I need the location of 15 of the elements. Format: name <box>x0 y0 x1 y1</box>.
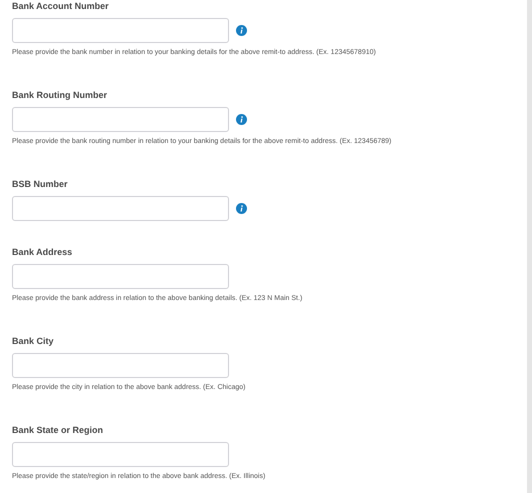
field-label: Bank State or Region <box>12 424 104 436</box>
input-field[interactable] <box>12 18 229 43</box>
info-icon[interactable] <box>236 114 247 125</box>
field-label: Bank Routing Number <box>12 89 108 101</box>
info-icon[interactable] <box>236 203 247 214</box>
input-field[interactable] <box>12 442 229 467</box>
field-label: Bank Account Number <box>12 0 110 12</box>
field-label: BSB Number <box>12 178 69 190</box>
input-field[interactable] <box>12 196 229 221</box>
info-icon[interactable] <box>236 25 247 36</box>
field-label: Bank City <box>12 335 55 347</box>
input-field[interactable] <box>12 264 229 289</box>
input-field[interactable] <box>12 353 229 378</box>
input-field[interactable] <box>12 107 229 132</box>
field-label: Bank Address <box>12 246 74 258</box>
